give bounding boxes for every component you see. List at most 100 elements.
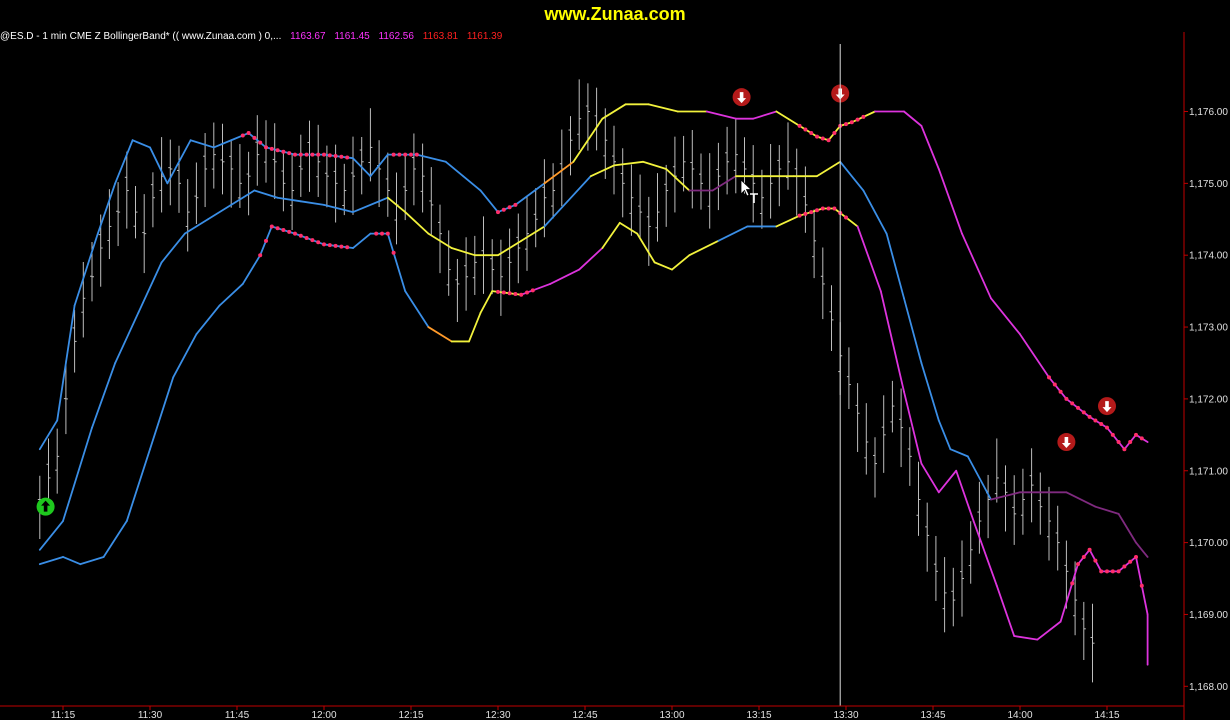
band-middle-segment xyxy=(665,168,691,192)
band-lower-segment xyxy=(972,520,998,587)
band-touch-dot xyxy=(1134,432,1138,437)
price-bar xyxy=(725,126,730,195)
band-lower-segment xyxy=(241,254,262,285)
price-bar xyxy=(446,230,451,296)
price-bar xyxy=(551,163,556,219)
band-middle-segment xyxy=(543,200,569,228)
band-touch-dot xyxy=(496,210,500,215)
band-lower-segment xyxy=(636,232,656,264)
band-touch-dot xyxy=(252,135,257,140)
band-touch-dot xyxy=(1128,440,1133,445)
band-touch-dot xyxy=(304,235,309,240)
band-middle-segment xyxy=(862,189,888,235)
band-touch-dot xyxy=(815,134,819,139)
band-touch-dot xyxy=(855,117,860,122)
band-upper-segment xyxy=(114,139,134,185)
band-upper-segment xyxy=(798,124,818,138)
band-middle-segment xyxy=(114,311,140,364)
price-bar xyxy=(220,123,225,195)
price-bar xyxy=(1029,448,1034,523)
band-middle-segment xyxy=(642,160,668,170)
price-bar xyxy=(490,239,495,295)
band-touch-dot xyxy=(1070,401,1075,406)
band-lower-segment xyxy=(479,290,494,314)
price-bar xyxy=(699,153,703,210)
band-touch-dot xyxy=(501,290,506,295)
band-upper-segment xyxy=(647,103,679,113)
band-middle-segment xyxy=(839,160,865,192)
band-touch-dot xyxy=(1076,562,1080,567)
band-touch-dot xyxy=(507,205,512,210)
band-touch-dot xyxy=(1064,396,1069,401)
band-touch-dot xyxy=(275,148,280,153)
band-touch-dot xyxy=(293,231,297,236)
band-touch-dot xyxy=(513,202,518,207)
band-lower-segment xyxy=(1013,635,1039,641)
band-touch-dot xyxy=(304,152,309,157)
band-upper-segment xyxy=(462,175,482,192)
band-touch-dot xyxy=(797,123,802,128)
x-tick-label: 13:30 xyxy=(833,710,858,720)
price-bar xyxy=(951,567,956,627)
price-bars xyxy=(37,79,1095,683)
band-upper-segment xyxy=(131,139,151,149)
price-bar xyxy=(150,172,155,228)
price-bar xyxy=(185,179,190,252)
chart-area[interactable]: 1,168.00 1,169.00 1,170.00 1,171.00 1,172.00… xyxy=(0,0,1230,720)
band-middle-segment xyxy=(920,362,940,422)
price-bar xyxy=(429,167,434,235)
price-bar xyxy=(942,557,947,633)
price-bar xyxy=(594,87,599,151)
band-touch-dot xyxy=(1093,418,1098,423)
band-upper-segment xyxy=(990,297,1021,336)
band-touch-dot xyxy=(403,152,408,157)
price-bar xyxy=(1081,601,1086,660)
price-bar xyxy=(177,145,181,213)
price-bar xyxy=(1003,465,1008,532)
band-touch-dot xyxy=(391,250,396,255)
band-touch-dot xyxy=(1076,405,1080,410)
band-lower-segment xyxy=(601,221,621,249)
price-bar xyxy=(759,169,764,229)
band-touch-dot xyxy=(1139,436,1144,441)
band-lower-segment xyxy=(125,448,151,522)
band-lower-segment xyxy=(688,239,720,257)
band-upper-segment xyxy=(543,160,575,185)
y-tick-label: 1,176.00 xyxy=(1189,107,1228,118)
sell-arrow-icon xyxy=(1098,397,1116,416)
band-touch-dot xyxy=(345,245,350,250)
price-bar xyxy=(559,129,564,207)
price-bar xyxy=(420,143,425,213)
price-bar xyxy=(342,163,347,216)
band-touch-dot xyxy=(844,215,848,220)
band-touch-dot xyxy=(298,152,303,157)
band-touch-dot xyxy=(809,131,814,136)
price-bar xyxy=(899,388,904,468)
band-middle-segment xyxy=(352,196,389,213)
symbol-label: @ES.D - 1 min CME Z BollingerBand* (( ww… xyxy=(0,31,282,42)
price-bar xyxy=(464,237,469,311)
indicator-value-2: 1161.45 xyxy=(334,31,370,42)
price-bar xyxy=(516,213,521,284)
price-bar xyxy=(916,461,921,536)
band-middle-segment xyxy=(323,204,354,213)
band-middle-segment xyxy=(38,520,64,551)
band-middle-segment xyxy=(711,175,737,192)
band-lower-segment xyxy=(618,221,639,235)
price-bar xyxy=(298,134,303,197)
band-touch-dot xyxy=(374,231,379,236)
price-bar xyxy=(211,122,216,189)
band-lower-segment xyxy=(195,304,221,336)
band-middle-segment xyxy=(404,211,430,235)
band-lower-segment xyxy=(717,225,749,242)
price-bar xyxy=(664,164,669,227)
band-touch-dot xyxy=(1099,569,1104,574)
band-middle-segment xyxy=(1117,512,1137,544)
band-touch-dot xyxy=(1110,569,1115,574)
band-lower-segment xyxy=(1036,620,1062,641)
y-axis: 1,168.00 1,169.00 1,170.00 1,171.00 1,172.00… xyxy=(1184,107,1228,693)
price-bar xyxy=(246,151,251,216)
band-lower-segment xyxy=(903,390,923,465)
band-touch-dot xyxy=(1122,447,1127,452)
band-middle-segment xyxy=(450,247,476,257)
